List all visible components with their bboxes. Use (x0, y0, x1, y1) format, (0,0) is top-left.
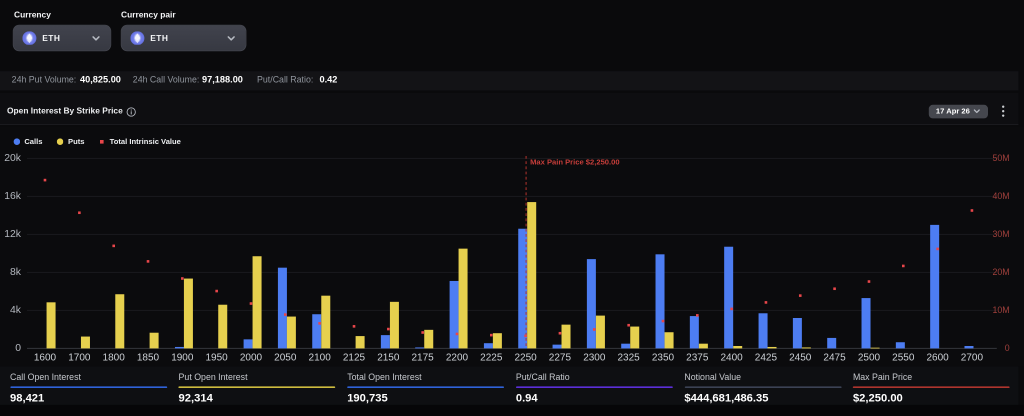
svg-text:2425: 2425 (755, 352, 778, 363)
svg-text:1950: 1950 (206, 352, 229, 363)
svg-text:2275: 2275 (549, 352, 572, 363)
svg-text:4k: 4k (10, 305, 22, 316)
svg-text:0: 0 (1005, 343, 1010, 353)
svg-text:1700: 1700 (68, 352, 91, 363)
svg-text:Max Pain Price $2,250.00: Max Pain Price $2,250.00 (530, 157, 620, 166)
svg-text:2125: 2125 (343, 352, 366, 363)
svg-text:2050: 2050 (274, 352, 297, 363)
svg-text:1900: 1900 (171, 352, 194, 363)
svg-text:2250: 2250 (514, 352, 537, 363)
svg-text:12k: 12k (4, 229, 22, 240)
svg-text:2700: 2700 (961, 352, 984, 363)
svg-text:1850: 1850 (137, 352, 160, 363)
svg-text:2175: 2175 (412, 352, 435, 363)
svg-text:1800: 1800 (103, 352, 126, 363)
svg-text:2400: 2400 (720, 352, 743, 363)
svg-text:2350: 2350 (652, 352, 675, 363)
svg-text:2600: 2600 (926, 352, 949, 363)
svg-text:8k: 8k (10, 267, 22, 278)
svg-text:2375: 2375 (686, 352, 709, 363)
svg-text:10M: 10M (992, 305, 1009, 315)
svg-text:50M: 50M (992, 153, 1009, 163)
svg-text:2325: 2325 (618, 352, 641, 363)
svg-text:20k: 20k (4, 153, 22, 164)
svg-text:2450: 2450 (789, 352, 812, 363)
svg-text:2100: 2100 (309, 352, 332, 363)
svg-text:2300: 2300 (583, 352, 606, 363)
svg-text:2500: 2500 (858, 352, 881, 363)
svg-text:30M: 30M (992, 229, 1009, 239)
svg-text:16k: 16k (4, 191, 22, 202)
svg-text:2200: 2200 (446, 352, 469, 363)
svg-text:2550: 2550 (892, 352, 915, 363)
svg-text:2475: 2475 (823, 352, 846, 363)
svg-text:1600: 1600 (34, 352, 57, 363)
svg-text:40M: 40M (992, 191, 1009, 201)
svg-text:20M: 20M (992, 267, 1009, 277)
svg-text:0: 0 (15, 343, 21, 354)
svg-text:2000: 2000 (240, 352, 263, 363)
svg-text:2150: 2150 (377, 352, 400, 363)
svg-text:2225: 2225 (480, 352, 503, 363)
